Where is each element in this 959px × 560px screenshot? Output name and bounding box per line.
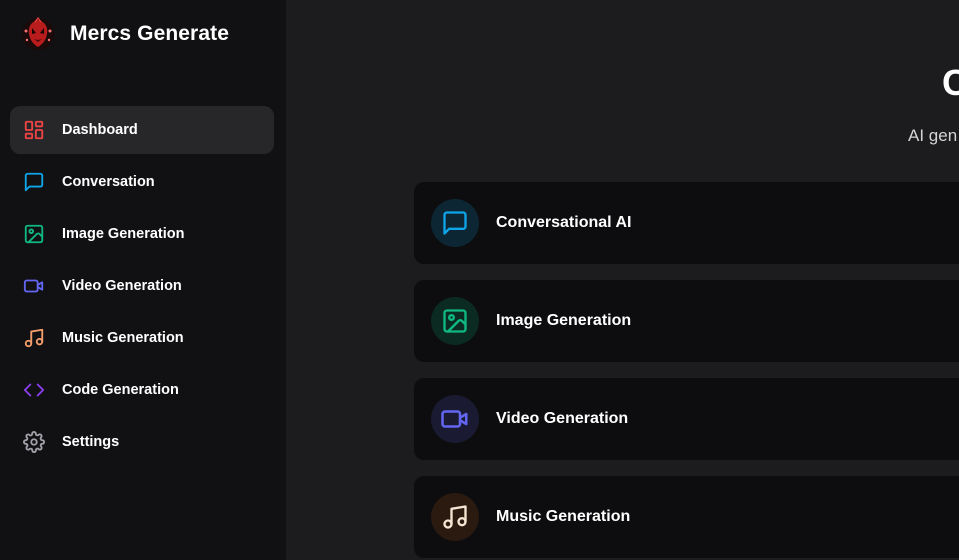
- tool-card-conversational-ai[interactable]: Conversational AI: [414, 182, 959, 264]
- image-icon: [443, 309, 467, 333]
- card-icon-container: [431, 199, 479, 247]
- card-label: Image Generation: [496, 312, 632, 329]
- card-label: Conversational AI: [496, 214, 632, 231]
- code-brackets-icon: [22, 378, 46, 402]
- sidebar-item-label: Conversation: [62, 174, 155, 190]
- app-window: Mercs Generate Dashboard Conversation Im…: [0, 0, 959, 560]
- main-content: C AI gen Conversational AI Image Generat…: [286, 0, 959, 560]
- tool-card-image-generation[interactable]: Image Generation: [414, 280, 959, 362]
- tool-card-video-generation[interactable]: Video Generation: [414, 378, 959, 460]
- video-camera-icon: [441, 410, 468, 428]
- chat-bubble-icon: [22, 170, 46, 194]
- sidebar-item-label: Video Generation: [62, 278, 182, 294]
- sidebar-item-image-generation[interactable]: Image Generation: [10, 210, 274, 258]
- sidebar-item-label: Image Generation: [62, 226, 185, 242]
- sidebar-item-label: Code Generation: [62, 382, 179, 398]
- chat-bubble-icon: [443, 211, 467, 235]
- sidebar-item-video-generation[interactable]: Video Generation: [10, 262, 274, 310]
- sidebar-item-label: Settings: [62, 434, 120, 450]
- card-label: Video Generation: [496, 410, 629, 427]
- page-subtitle: AI gen: [908, 126, 958, 145]
- mercs-logo-icon: [22, 17, 54, 50]
- brand[interactable]: Mercs Generate: [20, 16, 229, 52]
- sidebar-nav: Dashboard Conversation Image Generation …: [10, 106, 274, 470]
- video-camera-icon: [22, 274, 46, 298]
- page-title: C: [942, 62, 959, 103]
- brand-name: Mercs Generate: [70, 22, 229, 45]
- sidebar-item-conversation[interactable]: Conversation: [10, 158, 274, 206]
- image-icon: [22, 222, 46, 246]
- music-note-icon: [22, 326, 46, 350]
- sidebar-item-settings[interactable]: Settings: [10, 418, 274, 466]
- dashboard-icon: [22, 118, 46, 142]
- sidebar-item-label: Music Generation: [62, 330, 184, 346]
- card-label: Music Generation: [496, 508, 631, 525]
- music-note-icon: [443, 505, 467, 529]
- gear-icon: [22, 430, 46, 454]
- sidebar-item-code-generation[interactable]: Code Generation: [10, 366, 274, 414]
- card-icon-container: [431, 297, 479, 345]
- sidebar-item-music-generation[interactable]: Music Generation: [10, 314, 274, 362]
- sidebar: Mercs Generate Dashboard Conversation Im…: [0, 0, 286, 560]
- card-icon-container: [431, 493, 479, 541]
- sidebar-item-dashboard[interactable]: Dashboard: [10, 106, 274, 154]
- tool-card-music-generation[interactable]: Music Generation: [414, 476, 959, 558]
- card-icon-container: [431, 395, 479, 443]
- sidebar-item-label: Dashboard: [62, 122, 138, 138]
